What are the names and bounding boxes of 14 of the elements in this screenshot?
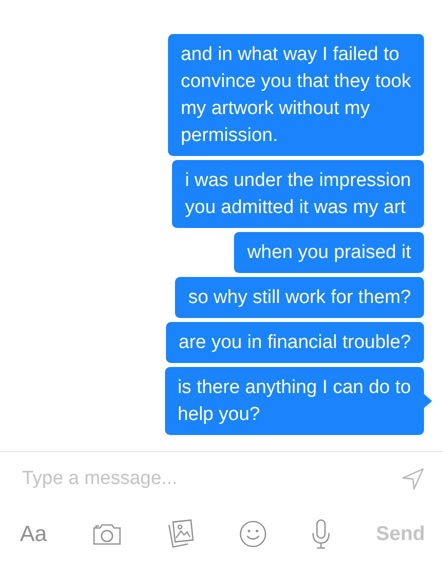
message-bubble: i was under the impression you admitted it was my art bbox=[172, 160, 424, 228]
photos-icon[interactable] bbox=[166, 519, 194, 549]
message-input[interactable]: Type a message... bbox=[22, 468, 393, 490]
message-bubble: so why still work for them? bbox=[175, 277, 424, 318]
font-button[interactable]: Aa bbox=[20, 521, 47, 547]
camera-icon[interactable] bbox=[92, 522, 122, 546]
message-bubble: is there anything I can do to help you? bbox=[164, 367, 424, 435]
smiley-icon[interactable] bbox=[238, 520, 267, 548]
microphone-icon[interactable] bbox=[311, 519, 332, 549]
message-bubble: when you praised it bbox=[234, 232, 424, 273]
message-bubble: are you in financial trouble? bbox=[166, 322, 424, 363]
send-arrow-icon[interactable] bbox=[401, 467, 425, 491]
message-bubble: and in what way I failed to convince you that they took my artwork without my permission. bbox=[168, 34, 424, 156]
send-button[interactable]: Send bbox=[376, 522, 425, 546]
